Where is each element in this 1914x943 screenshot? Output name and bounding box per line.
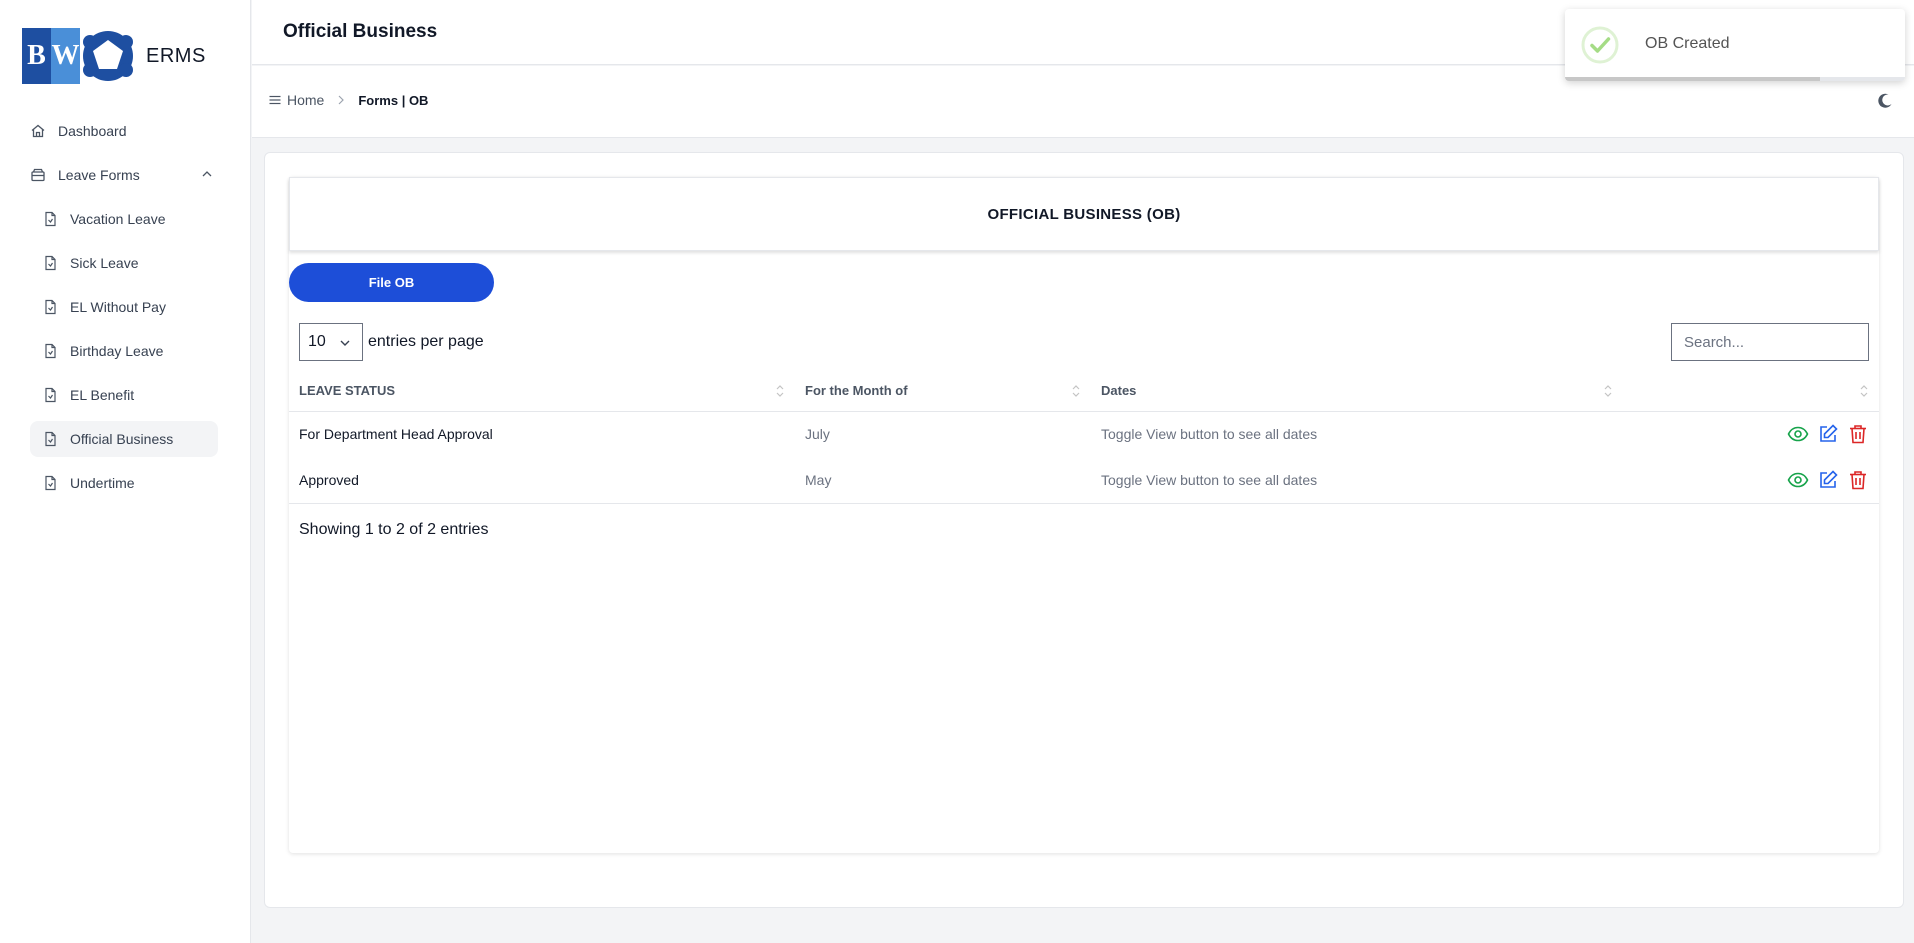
sidebar-item-label: Birthday Leave (70, 343, 164, 359)
view-eye-icon[interactable] (1787, 469, 1809, 491)
sidebar-item-label: Leave Forms (58, 167, 140, 183)
sidebar-item-label: EL Without Pay (70, 299, 166, 315)
per-page-label: entries per page (368, 333, 484, 350)
column-header-dates[interactable]: Dates (1091, 371, 1623, 412)
sidebar: B W ERMS Dashboard Leave Forms Vacation … (0, 0, 251, 943)
sidebar-item-official-business[interactable]: Official Business (30, 421, 218, 457)
document-icon (45, 475, 56, 491)
sidebar-item-sick-leave[interactable]: Sick Leave (30, 245, 218, 281)
document-icon (45, 255, 56, 271)
logo-mark: B W (22, 28, 80, 84)
sidebar-item-label: Undertime (70, 475, 135, 491)
column-header-label: LEAVE STATUS (299, 383, 396, 399)
sidebar-item-label: Sick Leave (70, 255, 139, 271)
per-page-select[interactable]: 10 (299, 323, 363, 361)
page-title: Official Business (283, 21, 438, 42)
chevron-up-icon[interactable] (200, 167, 214, 181)
delete-trash-icon[interactable] (1847, 423, 1869, 445)
file-ob-button[interactable]: File OB (289, 263, 494, 302)
toast-message: OB Created (1645, 35, 1730, 52)
sort-icon (1072, 385, 1080, 397)
sidebar-item-vacation-leave[interactable]: Vacation Leave (30, 201, 218, 237)
logo-letter-b: B (22, 28, 51, 84)
delete-trash-icon[interactable] (1847, 469, 1869, 491)
cell-actions (1623, 411, 1879, 457)
cell-dates: Toggle View button to see all dates (1091, 457, 1623, 504)
breadcrumb: Home Forms | OB (268, 92, 428, 108)
sidebar-item-undertime[interactable]: Undertime (30, 465, 218, 501)
column-header-actions[interactable] (1623, 371, 1879, 412)
chevron-down-icon (340, 340, 350, 346)
cell-actions (1623, 457, 1879, 504)
cell-month: July (805, 426, 830, 443)
edit-pencil-icon[interactable] (1817, 469, 1839, 491)
view-eye-icon[interactable] (1787, 423, 1809, 445)
toast-progress-track (1565, 77, 1905, 81)
main-content: OFFICIAL BUSINESS (OB) File OB 10 entrie… (264, 152, 1904, 908)
app-logo[interactable]: B W ERMS (22, 28, 206, 84)
edit-pencil-icon[interactable] (1817, 423, 1839, 445)
toast-progress-bar (1565, 77, 1820, 81)
breadcrumb-current: Forms | OB (358, 92, 429, 108)
cell-month: May (795, 457, 1091, 504)
sidebar-item-label: Official Business (70, 431, 174, 447)
column-header-month[interactable]: For the Month of (795, 371, 1091, 412)
logo-letter-w: W (51, 28, 80, 84)
success-check-icon (1581, 26, 1619, 64)
entries-per-page: 10 entries per page (299, 323, 484, 361)
archive-icon (31, 168, 45, 182)
sidebar-item-birthday-leave[interactable]: Birthday Leave (30, 333, 218, 369)
logo-emblem-icon (83, 31, 133, 81)
cell-leave-status: Approved (289, 457, 795, 504)
document-icon (45, 299, 56, 315)
per-page-value: 10 (308, 333, 326, 350)
toast-notification[interactable]: OB Created (1565, 9, 1905, 81)
column-header-label: For the Month of (805, 383, 908, 399)
home-icon (31, 124, 45, 138)
sort-icon (1860, 385, 1868, 397)
sidebar-item-label: Vacation Leave (70, 211, 166, 227)
sidebar-nav: Dashboard Leave Forms Vacation Leave Sic… (30, 113, 218, 509)
sidebar-item-leave-forms[interactable]: Leave Forms (30, 157, 218, 193)
sidebar-item-label: Dashboard (58, 123, 127, 139)
document-icon (45, 343, 56, 359)
dark-mode-moon-icon[interactable] (1876, 92, 1894, 110)
table-header-row: LEAVE STATUS For the Month of Dates (289, 371, 1879, 412)
chevron-right-icon (338, 95, 345, 105)
sidebar-item-el-benefit[interactable]: EL Benefit (30, 377, 218, 413)
document-icon (45, 211, 56, 227)
column-header-leave-status[interactable]: LEAVE STATUS (289, 371, 795, 412)
sidebar-item-label: EL Benefit (70, 387, 135, 403)
table-row: For Department Head Approval July Toggle… (289, 411, 1879, 457)
column-header-label: Dates (1101, 383, 1137, 399)
document-icon (45, 431, 56, 447)
cell-leave-status: For Department Head Approval (299, 426, 493, 443)
app-name: ERMS (146, 44, 206, 67)
ob-panel: OFFICIAL BUSINESS (OB) File OB 10 entrie… (289, 177, 1879, 853)
table-info: Showing 1 to 2 of 2 entries (299, 521, 489, 538)
search-input[interactable] (1671, 323, 1869, 361)
sidebar-item-dashboard[interactable]: Dashboard (30, 113, 218, 149)
cell-dates: Toggle View button to see all dates (1101, 426, 1318, 443)
sidebar-item-el-without-pay[interactable]: EL Without Pay (30, 289, 218, 325)
section-heading: OFFICIAL BUSINESS (OB) (289, 177, 1879, 251)
breadcrumb-home[interactable]: Home (287, 92, 324, 108)
table-row: Approved May Toggle View button to see a… (289, 457, 1879, 504)
menu-icon[interactable] (268, 93, 282, 107)
ob-table: LEAVE STATUS For the Month of Dates For … (289, 371, 1879, 504)
sort-icon (1604, 385, 1612, 397)
document-icon (45, 387, 56, 403)
sort-icon (776, 385, 784, 397)
